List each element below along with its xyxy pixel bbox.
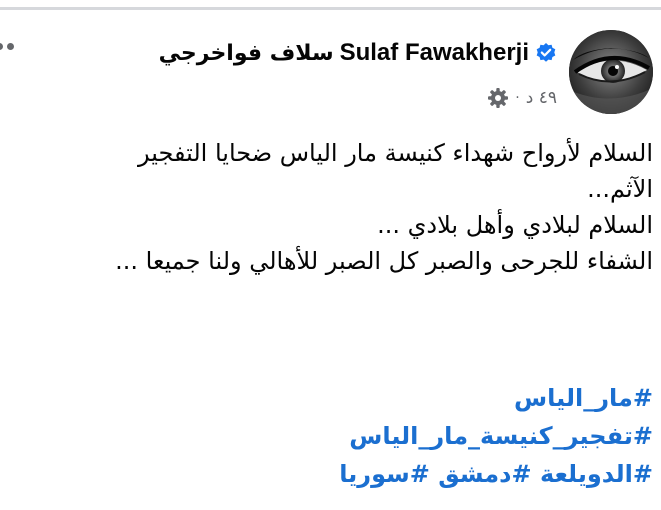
author-name-latin[interactable]: Sulaf Fawakherji xyxy=(340,39,529,67)
gear-icon[interactable] xyxy=(487,87,509,109)
post-body-line: الآثم... xyxy=(587,175,653,203)
woman-eye-avatar xyxy=(569,30,653,114)
post-timestamp[interactable]: ٤٩ د xyxy=(526,88,557,108)
more-dot xyxy=(7,43,14,50)
hashtag-link[interactable]: #دمشق xyxy=(438,460,531,488)
post-body-line: السلام لبلادي وأهل بلادي ... xyxy=(377,211,653,239)
post-body-line: السلام لأرواح شهداء كنيسة مار الياس ضحاي… xyxy=(137,139,653,167)
author-name-arabic[interactable]: سلاف فواخرجي xyxy=(159,41,334,66)
author-row: Sulaf Fawakherji سلاف فواخرجي xyxy=(159,39,557,67)
hashtag-line: #الدويلعة #دمشق #سوريا xyxy=(339,455,653,493)
more-options-icon[interactable] xyxy=(0,43,14,50)
hashtags: #مار_الياس #تفجير_كنيسة_مار_الياس #الدوي… xyxy=(339,379,653,493)
more-dot xyxy=(0,43,3,50)
post-body-line: الشفاء للجرحى والصبر كل الصبر للأهالي ول… xyxy=(115,247,653,275)
post-meta: ٤٩ د · xyxy=(487,87,557,109)
hashtag-link[interactable]: #الدويلعة xyxy=(540,460,653,488)
post-body: السلام لأرواح شهداء كنيسة مار الياس ضحاي… xyxy=(43,135,653,279)
hashtag-link[interactable]: #سوريا xyxy=(339,460,430,488)
facebook-post: Sulaf Fawakherji سلاف فواخرجي ٤٩ د · الس… xyxy=(0,13,661,510)
meta-separator: · xyxy=(515,90,520,106)
feed-divider xyxy=(0,0,661,10)
avatar[interactable] xyxy=(569,30,653,114)
hashtag-link[interactable]: #تفجير_كنيسة_مار_الياس xyxy=(349,422,653,450)
hashtag-line: #تفجير_كنيسة_مار_الياس xyxy=(339,417,653,455)
hashtag-line: #مار_الياس xyxy=(339,379,653,417)
verified-badge-icon xyxy=(535,42,557,64)
hashtag-link[interactable]: #مار_الياس xyxy=(514,384,653,412)
